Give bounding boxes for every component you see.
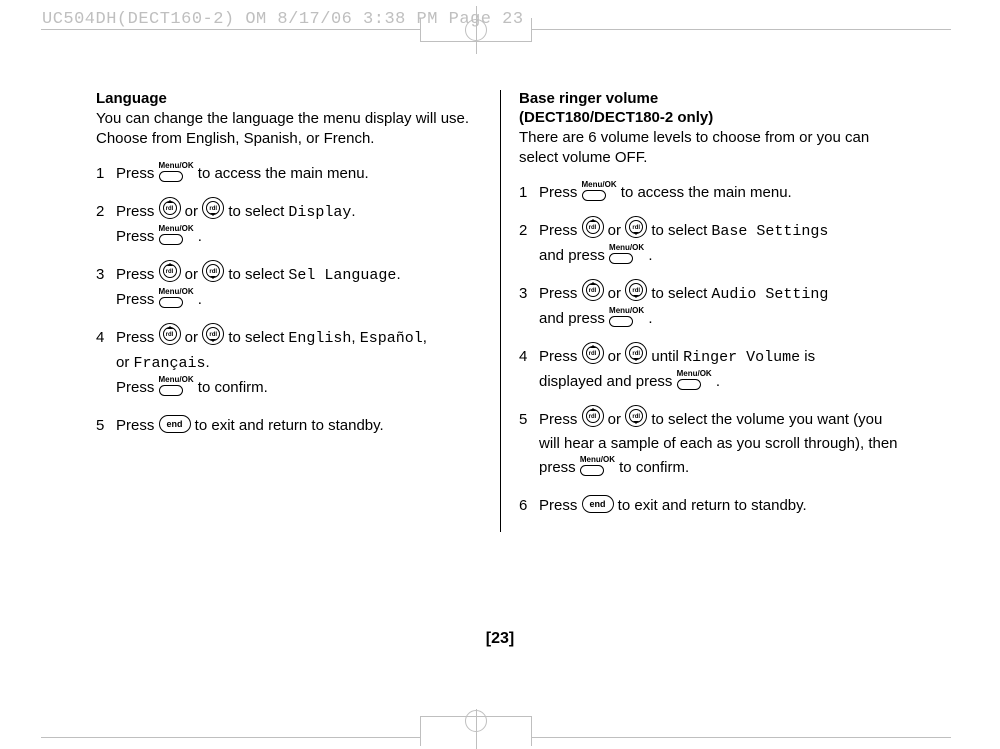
page-content: Language You can change the language the…	[96, 90, 906, 532]
step-number: 4	[96, 326, 116, 400]
left-intro: You can change the language the menu dis…	[96, 109, 482, 148]
menuok-icon: Menu/OK	[159, 376, 194, 396]
nav-up-icon: rdl	[159, 260, 181, 282]
list-item: 3 Press rdl or rdl to select Audio Setti…	[519, 282, 906, 331]
list-item: 2 Press rdl or rdl to select Base Settin…	[519, 219, 906, 268]
list-item: 1 Press Menu/OK to access the main menu.	[519, 181, 906, 205]
step-number: 3	[519, 282, 539, 331]
nav-down-icon: rdl	[202, 260, 224, 282]
step-number: 4	[519, 345, 539, 394]
left-heading: Language	[96, 90, 482, 107]
nav-down-icon: rdl	[625, 405, 647, 427]
step-number: 6	[519, 494, 539, 518]
step-body: Press rdl or rdl to select the volume yo…	[539, 408, 906, 480]
nav-up-icon: rdl	[159, 197, 181, 219]
nav-up-icon: rdl	[159, 323, 181, 345]
step-body: Press rdl or rdl until Ringer Volume is …	[539, 345, 906, 394]
crop-mark-top	[420, 18, 532, 42]
step-body: Press Menu/OK to access the main menu.	[116, 162, 482, 186]
list-item: 5 Press end to exit and return to standb…	[96, 414, 482, 438]
step-number: 5	[96, 414, 116, 438]
list-item: 4 Press rdl or rdl to select English, Es…	[96, 326, 482, 400]
nav-up-icon: rdl	[582, 216, 604, 238]
end-icon: end	[582, 495, 614, 513]
step-number: 2	[519, 219, 539, 268]
end-icon: end	[159, 415, 191, 433]
menuok-icon: Menu/OK	[582, 181, 617, 201]
right-column: Base ringer volume (DECT180/DECT180-2 on…	[501, 90, 906, 532]
nav-down-icon: rdl	[625, 216, 647, 238]
menuok-icon: Menu/OK	[159, 225, 194, 245]
step-body: Press end to exit and return to standby.	[116, 414, 482, 438]
menuok-icon: Menu/OK	[609, 244, 644, 264]
menuok-icon: Menu/OK	[609, 307, 644, 327]
crop-mark-bottom	[420, 716, 532, 746]
step-body: Press Menu/OK to access the main menu.	[539, 181, 906, 205]
right-steps: 1 Press Menu/OK to access the main menu.…	[519, 181, 906, 518]
list-item: 3 Press rdl or rdl to select Sel Languag…	[96, 263, 482, 312]
step-number: 5	[519, 408, 539, 480]
step-body: Press rdl or rdl to select Base Settings…	[539, 219, 906, 268]
step-number: 1	[519, 181, 539, 205]
nav-down-icon: rdl	[625, 279, 647, 301]
menuok-icon: Menu/OK	[159, 162, 194, 182]
step-body: Press rdl or rdl to select English, Espa…	[116, 326, 482, 400]
list-item: 6 Press end to exit and return to standb…	[519, 494, 906, 518]
list-item: 1 Press Menu/OK to access the main menu.	[96, 162, 482, 186]
left-column: Language You can change the language the…	[96, 90, 501, 532]
nav-down-icon: rdl	[202, 197, 224, 219]
right-intro: There are 6 volume levels to choose from…	[519, 128, 906, 167]
step-body: Press rdl or rdl to select Sel Language.…	[116, 263, 482, 312]
page-number: [23]	[0, 630, 1000, 648]
left-steps: 1 Press Menu/OK to access the main menu.…	[96, 162, 482, 438]
right-heading-2: (DECT180/DECT180-2 only)	[519, 109, 906, 126]
nav-up-icon: rdl	[582, 342, 604, 364]
step-number: 3	[96, 263, 116, 312]
step-body: Press rdl or rdl to select Display. Pres…	[116, 200, 482, 249]
menuok-icon: Menu/OK	[159, 288, 194, 308]
nav-down-icon: rdl	[625, 342, 647, 364]
step-number: 1	[96, 162, 116, 186]
nav-up-icon: rdl	[582, 279, 604, 301]
right-heading-1: Base ringer volume	[519, 90, 906, 107]
menuok-icon: Menu/OK	[580, 456, 615, 476]
menuok-icon: Menu/OK	[677, 370, 712, 390]
step-number: 2	[96, 200, 116, 249]
step-body: Press end to exit and return to standby.	[539, 494, 906, 518]
step-body: Press rdl or rdl to select Audio Setting…	[539, 282, 906, 331]
list-item: 4 Press rdl or rdl until Ringer Volume i…	[519, 345, 906, 394]
nav-up-icon: rdl	[582, 405, 604, 427]
list-item: 2 Press rdl or rdl to select Display. Pr…	[96, 200, 482, 249]
list-item: 5 Press rdl or rdl to select the volume …	[519, 408, 906, 480]
nav-down-icon: rdl	[202, 323, 224, 345]
